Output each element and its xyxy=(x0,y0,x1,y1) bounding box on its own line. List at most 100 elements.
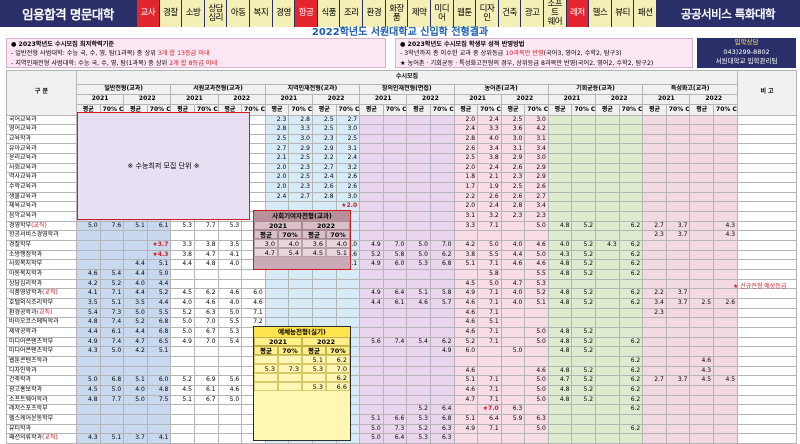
grade-cell: 6.5 xyxy=(146,336,172,348)
grade-cell: 2.2 xyxy=(311,153,337,164)
grade-cell: 4.8 xyxy=(547,394,573,406)
dept-name: 수학교육과 xyxy=(6,182,77,193)
grade-cell: 4.8 xyxy=(193,259,219,270)
category-tab[interactable]: 소방 xyxy=(181,0,204,27)
grade-cell xyxy=(689,259,715,270)
category-tab[interactable]: 제약 xyxy=(407,0,430,27)
grade-cell: 3.8 xyxy=(193,240,219,251)
grade-cell: 3.0 xyxy=(335,124,361,135)
category-tab[interactable]: 웹툰 xyxy=(452,0,476,27)
grade-cell xyxy=(359,307,384,319)
category-tab[interactable]: 레저 xyxy=(565,0,589,27)
category-tab[interactable]: 건축 xyxy=(497,0,521,27)
category-tab[interactable]: 아동 xyxy=(226,0,250,27)
category-tab[interactable]: 항공 xyxy=(294,0,317,27)
grade-cell: 6.2 xyxy=(429,336,455,348)
grade-cell xyxy=(547,133,573,145)
table-row: 레저스포츠학부 5.2 6.4 ★7.0 6.3 6.2 xyxy=(6,404,798,415)
grade-cell xyxy=(99,365,125,377)
grade-cell: 5.1 xyxy=(477,317,502,328)
grade-cell: 5.0 xyxy=(477,278,502,290)
category-tab[interactable]: 광고 xyxy=(520,0,543,27)
grade-cell xyxy=(689,249,715,261)
category-tab[interactable]: 환경 xyxy=(362,0,385,27)
grade-cell xyxy=(382,230,408,242)
grade-cell xyxy=(642,336,667,348)
grade-cell xyxy=(382,346,408,357)
grade-cell: 5.2 xyxy=(146,288,172,299)
grade-cell: 3.3 xyxy=(288,124,313,135)
social-y2021: 2021 xyxy=(254,221,302,230)
table-row: 바이오코스메틱학과 4.8 7.4 5.2 6.8 5.0 7.0 5.5 7.2 4.6 5.1 xyxy=(6,317,798,328)
grade-cell: 3.8 xyxy=(453,249,479,261)
grade-cell xyxy=(642,172,667,184)
grade-cell xyxy=(642,133,667,145)
grade-cell: 5.6 xyxy=(217,375,243,386)
category-tab[interactable]: 뷰티 xyxy=(610,0,634,27)
category-tab[interactable]: 헬스 xyxy=(588,0,611,27)
cut-header: 70% CUT xyxy=(429,104,455,116)
grade-cell: 7.1 xyxy=(477,384,502,396)
grade-cell xyxy=(359,278,384,290)
grade-cell xyxy=(264,307,290,319)
brand-right: 공공서비스 특화대학 xyxy=(680,6,776,21)
category-tab[interactable]: 상담 심리 xyxy=(203,0,227,27)
grade-cell xyxy=(571,201,597,213)
grade-cell xyxy=(500,433,526,444)
grade-cell: 4.8 xyxy=(547,336,573,348)
grade-cell: 1.8 xyxy=(453,172,479,184)
grade-cell xyxy=(713,413,739,425)
grade-cell xyxy=(500,365,526,377)
category-tab[interactable]: 조리 xyxy=(339,0,363,27)
table-row: 경영학부(교직)5.07.65.16.15.37.75.37.23.37.15.… xyxy=(6,220,798,232)
grade-cell xyxy=(382,394,408,406)
category-tab[interactable]: 화장품 xyxy=(384,0,408,27)
dept-name: 사회교육과 xyxy=(6,162,77,174)
category-tab[interactable]: 패션 xyxy=(633,0,657,27)
grade-cell: 4.0 xyxy=(217,259,243,270)
avg-header: 평균 xyxy=(311,104,337,116)
grade-cell xyxy=(642,413,667,425)
contact-office: 서원대학교 입학관리팀 xyxy=(715,57,778,65)
grade-cell xyxy=(713,240,739,251)
grade-cell xyxy=(595,365,620,377)
grade-cell: 3.4 xyxy=(524,201,549,213)
dept-label: 소프트웨어학과 xyxy=(9,395,48,403)
grade-cell xyxy=(335,297,361,309)
avg-header: 평균 xyxy=(264,104,290,116)
grade-cell: 7.5 xyxy=(146,394,172,406)
grade-cell xyxy=(477,433,502,444)
category-tab[interactable]: 식품 xyxy=(316,0,340,27)
grade-cell: 7.7 xyxy=(193,220,219,232)
grade-cell xyxy=(382,220,408,232)
grade-cell xyxy=(595,172,620,184)
social-row: 4.7 5.4 4.5 5.1 xyxy=(254,248,350,257)
header-row: 구 분 수시모집 비 고 xyxy=(6,70,798,116)
remark-cell xyxy=(737,297,798,309)
table-row: 상담심리학과 4.2 5.2 4.0 4.4 4.5 5.0 4.7 5.3 xyxy=(6,278,798,290)
grade-cell xyxy=(406,191,431,203)
category-tab[interactable]: 교사 xyxy=(136,0,159,27)
category-tab[interactable]: 경영 xyxy=(271,0,295,27)
category-tab[interactable]: 복지 xyxy=(249,0,272,27)
grade-cell xyxy=(689,394,715,406)
grade-cell: 4.3 xyxy=(595,240,620,251)
grade-cell xyxy=(359,220,384,232)
grade-cell: 4.9 xyxy=(359,288,384,299)
category-tab[interactable]: 디자인 xyxy=(475,0,498,27)
remark-cell xyxy=(737,317,798,328)
remark-cell xyxy=(737,230,798,242)
grade-cell xyxy=(382,365,408,377)
dept-label: 윤리교육과 xyxy=(9,154,37,162)
grade-cell: 6.2 xyxy=(618,394,644,406)
grade-cell xyxy=(713,133,739,145)
note1-head: ● 2023학년도 수시모집 최저학력기준 xyxy=(11,41,115,48)
category-tab[interactable]: 소프트 웨어 xyxy=(542,0,566,27)
category-tab[interactable]: 경찰 xyxy=(158,0,182,27)
grade-cell: 7.4 xyxy=(382,336,408,348)
category-tab[interactable]: 미디어 xyxy=(429,0,453,27)
grade-cell: 2.0 xyxy=(264,182,290,193)
grade-cell xyxy=(311,307,337,319)
grade-cell xyxy=(382,317,408,328)
grade-cell xyxy=(642,346,667,357)
